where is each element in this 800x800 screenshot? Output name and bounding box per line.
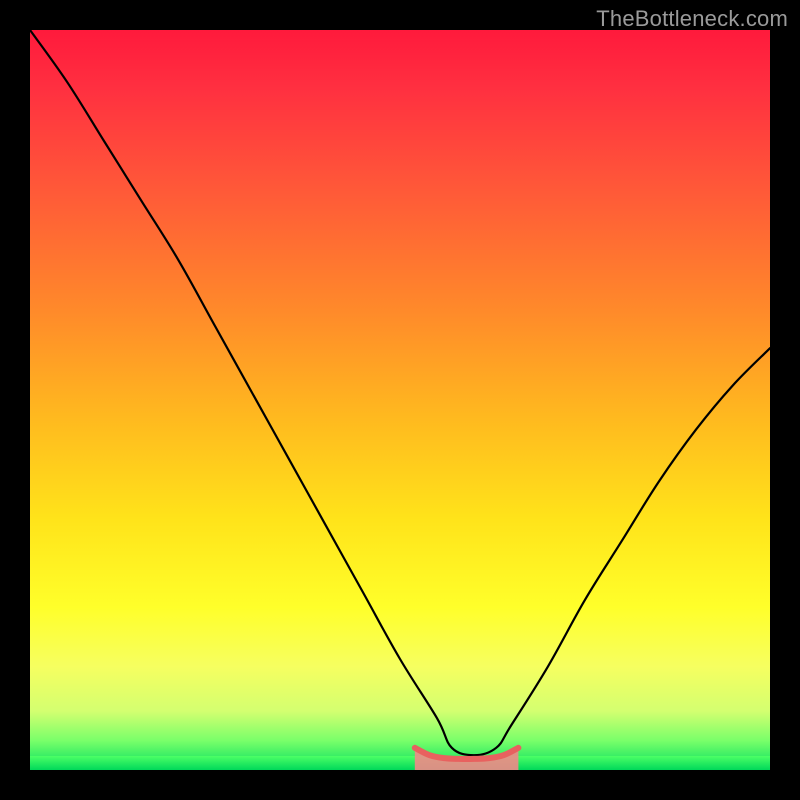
chart-frame: TheBottleneck.com bbox=[0, 0, 800, 800]
plot-area bbox=[30, 30, 770, 770]
main-curve bbox=[30, 30, 770, 755]
bottom-bump-stroke bbox=[415, 748, 519, 759]
watermark-text: TheBottleneck.com bbox=[596, 6, 788, 32]
curve-layer bbox=[30, 30, 770, 770]
